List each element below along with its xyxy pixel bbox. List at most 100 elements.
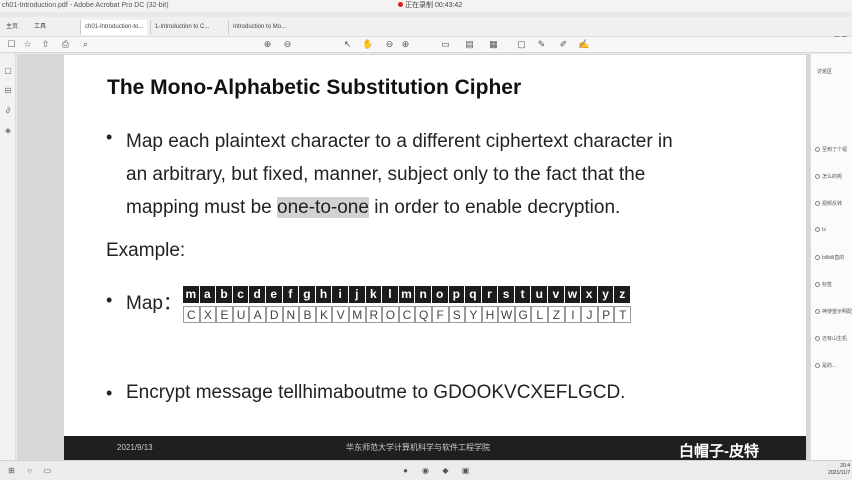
plain-letter: n — [415, 286, 432, 303]
hand-icon[interactable]: ✋ — [362, 39, 373, 50]
footer-school: 华东师范大学计算机科学与软件工程学院 — [346, 443, 490, 452]
cipher-letter: T — [614, 306, 632, 323]
search-icon[interactable]: ⌕ — [80, 39, 91, 50]
plain-letter: u — [531, 286, 549, 303]
app-icon-2[interactable]: ◉ — [420, 465, 431, 476]
bookmark-icon[interactable]: ☆ — [22, 39, 33, 50]
plain-letter: h — [315, 286, 333, 303]
cipher-letter: C — [398, 306, 416, 323]
chat-message: Is — [815, 227, 826, 233]
page-thumbnails-icon[interactable]: ▢ — [3, 66, 13, 76]
ciphertext-alphabet-row: CXEUADNBKVMROCQFSYHWGLZIJPT — [183, 306, 632, 323]
chat-message: 视频反转 — [815, 200, 842, 207]
attachment-icon[interactable]: ∂ — [3, 106, 13, 116]
cipher-letter: K — [315, 306, 333, 323]
cipher-letter: O — [382, 306, 399, 323]
chat-message-text: 视频反转 — [822, 201, 843, 207]
cipher-letter: G — [514, 306, 532, 323]
tab-home[interactable]: 主页 — [2, 20, 22, 35]
user-avatar-icon — [815, 363, 820, 369]
cipher-letter: Y — [465, 306, 482, 323]
cipher-letter: F — [431, 306, 449, 323]
plain-letter: r — [481, 286, 499, 303]
chat-message: 怎么的呢 — [815, 173, 842, 180]
task-view-icon[interactable]: ▭ — [42, 465, 53, 476]
bullet-1-line-1: Map each plaintext character to a differ… — [126, 131, 673, 152]
page-up-icon[interactable]: ⊕ — [262, 39, 273, 50]
slide-title: The Mono-Alphabetic Substitution Cipher — [107, 76, 522, 99]
plain-letter: z — [614, 286, 632, 303]
fit-page-icon[interactable]: ▭ — [440, 39, 451, 50]
cipher-letter: P — [597, 306, 615, 323]
select-cursor-icon[interactable]: ↖ — [342, 39, 353, 50]
tab-tools[interactable]: 工具 — [30, 20, 50, 35]
plain-letter: e — [265, 286, 283, 303]
zoom-in-icon[interactable]: ⊕ — [400, 39, 411, 50]
plain-letter: m — [398, 286, 416, 303]
example-label: Example: — [106, 240, 186, 261]
plain-letter: p — [448, 286, 466, 303]
plain-letter: i — [332, 286, 349, 303]
bookmarks-icon[interactable]: ⊟ — [3, 86, 13, 96]
watermark: 白帽子-皮特 — [679, 443, 759, 460]
cipher-letter: I — [564, 306, 582, 323]
clock-time: 20:4 — [840, 463, 850, 469]
plain-letter: w — [564, 286, 582, 303]
bullet-1-line-3: mapping must be one-to-one in order to e… — [126, 191, 766, 224]
tab-doc-intro-c[interactable]: 1-Introduction to C... — [150, 20, 213, 35]
plain-letter: f — [282, 286, 300, 303]
system-clock: 20:4 2021/11/7 — [828, 463, 850, 477]
highlighted-text[interactable]: one-to-one — [277, 197, 369, 218]
document-area: The Mono-Alphabetic Substitution Cipher … — [17, 54, 810, 460]
highlight-icon[interactable]: ✐ — [558, 39, 569, 50]
bullet-1-line-2: an arbitrary, but fixed, manner, subject… — [126, 164, 646, 185]
chat-message-text: 还有山生机 — [822, 336, 848, 342]
plain-letter: c — [232, 286, 250, 303]
main-toolbar: ☐ ☆ ⇧ ⎙ ⌕ ⊕ ⊖ ↖ ✋ ⊖ ⊕ ▭ ▤ ▦ ▢ ✎ ✐ ✍ — [0, 37, 852, 53]
plain-letter: g — [299, 286, 316, 303]
start-icon[interactable]: ⊞ — [6, 465, 17, 476]
map-label: Map： — [126, 293, 182, 314]
comment-icon[interactable]: ▢ — [516, 39, 527, 50]
user-avatar-icon — [815, 174, 820, 180]
sign-icon[interactable]: ✍ — [578, 39, 589, 50]
app-icon-1[interactable]: ● — [400, 465, 411, 476]
chat-panel-title: 讨论区 — [817, 69, 833, 75]
upload-icon[interactable]: ⇧ — [40, 39, 51, 50]
app-icon-4[interactable]: ▣ — [460, 465, 471, 476]
plain-letter: v — [548, 286, 565, 303]
user-avatar-icon — [815, 282, 820, 288]
zoom-out-icon[interactable]: ⊖ — [384, 39, 395, 50]
save-icon[interactable]: ☐ — [6, 39, 17, 50]
page-down-icon[interactable]: ⊖ — [282, 39, 293, 50]
tab-doc-ch01[interactable]: ch01-Introduction-to... — [80, 20, 148, 35]
encrypt-example: Encrypt message tellhimaboutme to GDOOKV… — [126, 382, 626, 403]
bullet-1: • — [106, 127, 113, 147]
search-taskbar-icon[interactable]: ○ — [24, 465, 35, 476]
chat-message-text: bilibili直的 — [822, 255, 845, 261]
keyboard-icon[interactable]: ▦ — [488, 39, 499, 50]
chat-message: 是的... — [815, 362, 836, 369]
scroll-mode-icon[interactable]: ▤ — [464, 39, 475, 50]
cipher-letter: S — [448, 306, 466, 323]
plain-letter: b — [216, 286, 233, 303]
recording-indicator: 正在录制 00:43:42 — [398, 0, 462, 12]
user-avatar-icon — [815, 309, 820, 315]
footer-date: 2021/9/13 — [117, 443, 153, 452]
cipher-letter: Q — [415, 306, 432, 323]
pdf-page: The Mono-Alphabetic Substitution Cipher … — [64, 55, 806, 460]
pen-icon[interactable]: ✎ — [536, 39, 547, 50]
plain-letter: s — [498, 286, 515, 303]
layers-icon[interactable]: ◈ — [3, 126, 13, 136]
app-icon-3[interactable]: ◆ — [440, 465, 451, 476]
chat-message-text: 神使望示明配 — [822, 309, 852, 315]
tab-doc-intro-mo[interactable]: Introduction to Mo... — [228, 20, 290, 35]
plain-letter: m — [183, 286, 200, 303]
plain-letter: x — [581, 286, 598, 303]
cipher-letter: U — [232, 306, 250, 323]
plain-letter: q — [465, 286, 482, 303]
tab-bar: 主页 工具 ch01-Introduction-to... 1-Introduc… — [0, 17, 852, 44]
print-icon[interactable]: ⎙ — [60, 39, 71, 50]
chat-message: 还有山生机 — [815, 335, 847, 342]
cipher-letter: A — [249, 306, 266, 323]
